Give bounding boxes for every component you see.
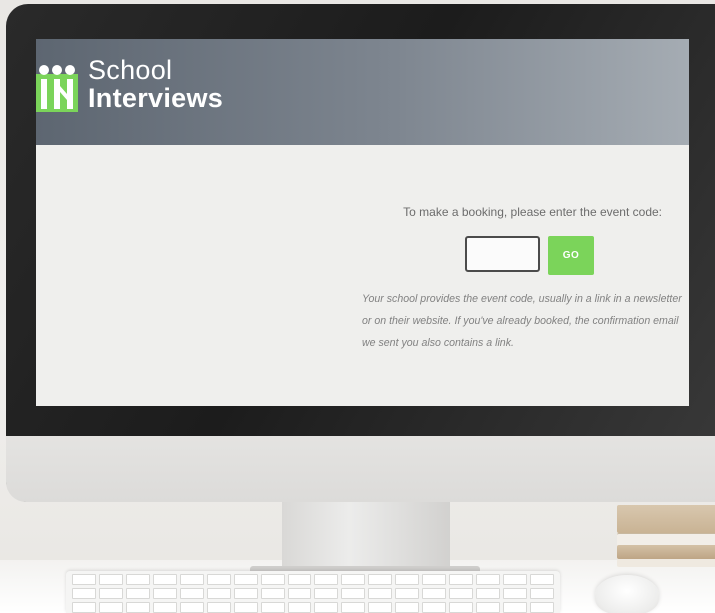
- screen: School Interviews To make a booking, ple…: [36, 39, 689, 406]
- keyboard: [66, 571, 560, 613]
- event-code-input[interactable]: [465, 236, 540, 272]
- site-header: School Interviews: [36, 39, 689, 145]
- logo-wordmark[interactable]: School Interviews: [88, 57, 223, 112]
- go-button[interactable]: GO: [548, 236, 594, 275]
- logo-text-interviews: Interviews: [88, 83, 224, 113]
- book-stack: [617, 505, 715, 567]
- logo-text-school: School: [88, 55, 173, 85]
- booking-prompt: To make a booking, please enter the even…: [403, 205, 662, 219]
- mouse: [595, 575, 659, 613]
- event-code-help-text: Your school provides the event code, usu…: [362, 293, 682, 349]
- school-interviews-logo-icon[interactable]: [36, 64, 78, 112]
- monitor-stand: [282, 502, 450, 572]
- monitor-chin: [6, 436, 715, 502]
